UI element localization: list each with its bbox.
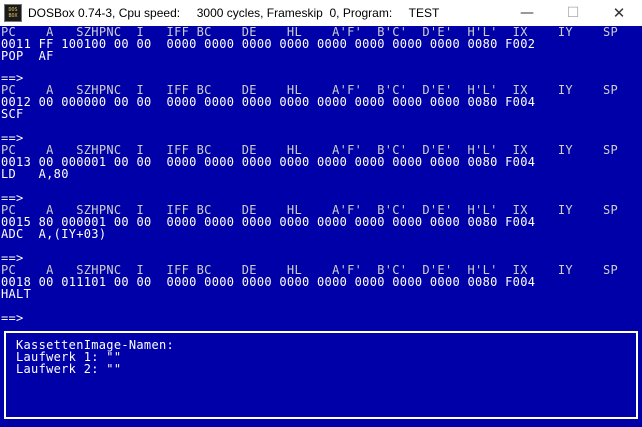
maximize-icon: ☐: [566, 5, 580, 21]
debugger-console[interactable]: PC A SZHPNC I IFF BC DE HL A'F' B'C' D'E…: [0, 26, 642, 356]
register-values: 0013 00 000001 00 00 0000 0000 0000 0000…: [1, 155, 536, 169]
register-values: 0018 00 011101 00 00 0000 0000 0000 0000…: [1, 275, 536, 289]
instruction-line: ADC A,(IY+03): [1, 227, 107, 241]
title-bar: DOS BOX DOSBox 0.74-3, Cpu speed: 3000 c…: [0, 0, 642, 26]
command-prompt[interactable]: ==>: [1, 312, 24, 324]
close-icon: ✕: [612, 4, 626, 22]
instruction-line: HALT: [1, 287, 32, 301]
close-button[interactable]: ✕: [596, 0, 642, 26]
instruction-line: SCF: [1, 107, 24, 121]
minimize-icon: —: [520, 5, 534, 21]
drive-2-line: Laufwerk 2: "": [16, 362, 122, 376]
cassette-image-panel: KassettenImage-Namen: Laufwerk 1: "" Lau…: [4, 331, 638, 419]
instruction-line: POP AF: [1, 49, 54, 63]
register-values: 0012 00 000000 00 00 0000 0000 0000 0000…: [1, 95, 536, 109]
maximize-button[interactable]: ☐: [550, 0, 596, 26]
register-values: 0011 FF 100100 00 00 0000 0000 0000 0000…: [1, 37, 536, 51]
window-title: DOSBox 0.74-3, Cpu speed: 3000 cycles, F…: [28, 6, 440, 20]
dosbox-icon[interactable]: DOS BOX: [4, 4, 22, 22]
icon-text-bottom: BOX: [8, 13, 18, 19]
minimize-button[interactable]: —: [504, 0, 550, 26]
instruction-line: LD A,80: [1, 167, 69, 181]
